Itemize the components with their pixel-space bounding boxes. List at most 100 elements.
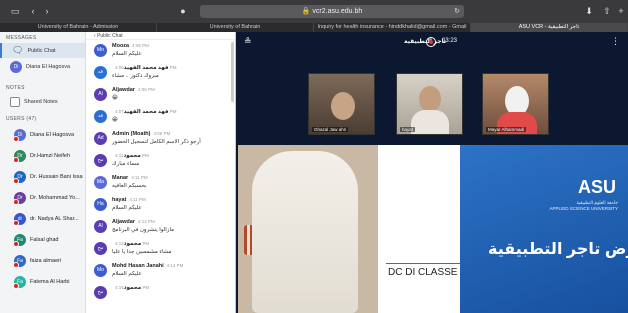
webcam-tile[interactable]: Mayar Alhammadi: [482, 73, 549, 135]
users-heading: USERS (47): [6, 116, 37, 122]
avatar: Mo: [94, 44, 107, 57]
message-text: بحسبكم العافيه: [112, 183, 147, 189]
avatar: Ma: [94, 176, 107, 189]
avatar: فه: [94, 110, 107, 123]
chat-message: Mo Mohd Hasan Janahi 4:14 PM عليكم السلام: [86, 260, 235, 282]
address-text: vcr2.asu.edu.bh: [312, 8, 363, 15]
message-text: عليكم السلام: [112, 51, 142, 57]
sender-name: Mooza: [112, 43, 130, 49]
chat-message: Al Aljawdar 4:12 PM مازالوا ينشرون في البرن…: [86, 216, 235, 238]
shield-icon[interactable]: ●: [176, 5, 190, 17]
person-figure: [419, 86, 441, 112]
user-name: Dr. Mohammad Yo...: [30, 194, 80, 201]
message-time: 4:08 PM: [153, 131, 171, 136]
forward-icon[interactable]: ›: [40, 5, 54, 17]
presentation-header: ≗ تاجر التطبيقية 03:23 ⋮: [236, 32, 628, 52]
options-menu-icon[interactable]: ⋮: [611, 36, 620, 47]
user-item[interactable]: Fa Falsal ghad: [0, 229, 85, 250]
sidebar-toggle-icon[interactable]: ▭: [8, 5, 22, 17]
user-item[interactable]: Dr Dr. Mohammad Yo...: [0, 187, 85, 208]
public-chat-label: Public Chat: [27, 47, 56, 54]
message-text: مازالوا ينشرون في البرنامج: [112, 227, 175, 233]
webcam-tile[interactable]: Ghazal Jaw ahri: [308, 73, 375, 135]
lock-icon: 🔒: [301, 8, 313, 15]
notes-icon: [10, 97, 20, 107]
reload-icon[interactable]: ↻: [454, 5, 460, 18]
message-time: 4:05 PM: [132, 43, 149, 48]
user-item[interactable]: Fa Fatema Al Harbi: [0, 271, 85, 292]
muted-mic-icon: [13, 220, 19, 226]
notes-heading: NOTES: [6, 85, 25, 91]
sender-name: Manar: [112, 175, 129, 181]
person-body: [411, 110, 449, 134]
message-text: عليكم السلام: [112, 271, 142, 277]
message-text: 😁: [112, 95, 118, 101]
muted-mic-icon: [13, 283, 19, 289]
user-name: Falsal ghad: [30, 236, 59, 243]
avatar: Ha: [94, 198, 107, 211]
chat-header[interactable]: ‹ Public Chat: [86, 32, 235, 40]
address-bar[interactable]: 🔒 vcr2.asu.edu.bh ↻: [200, 5, 464, 18]
tab-asu-vcr[interactable]: ASU VCR - تاجر التطبيقية: [471, 23, 628, 32]
message-time: 4:11 PM: [129, 197, 146, 202]
message-text: عليكم السلام: [112, 205, 142, 211]
download-icon[interactable]: ⬇: [582, 5, 596, 17]
public-chat-item[interactable]: 🗨 Public Chat: [0, 43, 85, 58]
user-item[interactable]: Dr Dr. Hussain Bani Issa: [0, 166, 85, 187]
avatar: مح: [94, 286, 107, 299]
user-item[interactable]: Di Diana El Hagosva: [0, 124, 85, 145]
avatar: Al: [94, 88, 107, 101]
back-icon[interactable]: ‹: [26, 5, 40, 17]
avatar: Di: [10, 61, 22, 73]
public-chat-panel: ‹ Public Chat Mo Mooza 4:05 PM عليكم السلام…: [86, 32, 236, 313]
avatar: Mo: [94, 264, 107, 277]
slide-blue-panel: [460, 145, 628, 313]
chat-message-list: Mo Mooza 4:05 PM عليكم السلام فه فهد محمد الف…: [86, 40, 235, 304]
chat-message: Ma Manar 4:11 PM بحسبكم العافيه: [86, 172, 235, 194]
person-figure: [331, 92, 355, 120]
sender-name: محمود: [123, 285, 142, 291]
avatar: مح: [94, 154, 107, 167]
user-name: Dr.Hamzi Neifeh: [30, 152, 71, 159]
user-item[interactable]: Fa faiza almaeri: [0, 250, 85, 271]
sender-name: hayat: [112, 197, 127, 203]
private-chat-item[interactable]: Di Diana El Hagosva: [0, 58, 85, 76]
sender-name: Mohd Hasan Janahi: [112, 263, 164, 269]
webcam-tile[interactable]: hayat: [396, 73, 463, 135]
shared-notes-item[interactable]: Shared Notes: [0, 93, 85, 111]
chat-message: فه فهد محمد الفهيد4:07 PM 😁: [86, 106, 235, 128]
recording-timer: 03:23: [442, 38, 458, 44]
tab-university[interactable]: University of Bahrain: [157, 23, 314, 32]
muted-mic-icon: [13, 178, 19, 184]
muted-mic-icon: [13, 157, 19, 163]
avatar: مح: [94, 242, 107, 255]
user-list-toggle-icon[interactable]: ≗: [244, 36, 252, 47]
avatar: فه: [94, 66, 107, 79]
user-name: Dr. Hussain Bani Issa: [30, 173, 83, 180]
muted-mic-icon: [13, 199, 19, 205]
tab-admission[interactable]: University of Bahrain - Admission: [0, 23, 157, 32]
chat-header-label: Public Chat: [97, 33, 123, 39]
user-list-panel: MESSAGES 🗨 Public Chat Di Diana El Hagos…: [0, 32, 86, 313]
message-text: 😁: [112, 117, 118, 123]
new-tab-icon[interactable]: +: [614, 5, 628, 17]
message-text: أرجو ذكر الاسم الكامل لتسجيل الحضور: [112, 139, 201, 145]
user-name: dr. Nadya AL Shar...: [30, 215, 79, 222]
user-name: Fatema Al Harbi: [30, 278, 70, 285]
slide-title: معرض تاجر التطبيقية: [488, 241, 628, 258]
share-icon[interactable]: ⇧: [600, 5, 614, 17]
messages-heading: MESSAGES: [6, 35, 37, 41]
shared-notes-label: Shared Notes: [24, 99, 58, 105]
tab-gmail[interactable]: Inquiry for health insurance - hinddkhal…: [314, 23, 471, 32]
chat-message: فه فهد محمد الفهيد4:06 PM مبروك دكتور .. م…: [86, 62, 235, 84]
avatar: Ad: [94, 132, 107, 145]
sender-name: Aljawdar: [112, 87, 135, 93]
message-time: 4:14 PM: [166, 263, 184, 268]
chat-scrollbar[interactable]: [231, 42, 234, 102]
user-item[interactable]: dr dr. Nadya AL Shar...: [0, 208, 85, 229]
user-item[interactable]: Dr Dr.Hamzi Neifeh: [0, 145, 85, 166]
muted-mic-icon: [13, 241, 19, 247]
record-icon[interactable]: [426, 37, 436, 47]
user-name: Diana El Hagosva: [30, 131, 75, 138]
chat-message: Mo Mooza 4:05 PM عليكم السلام: [86, 40, 235, 62]
